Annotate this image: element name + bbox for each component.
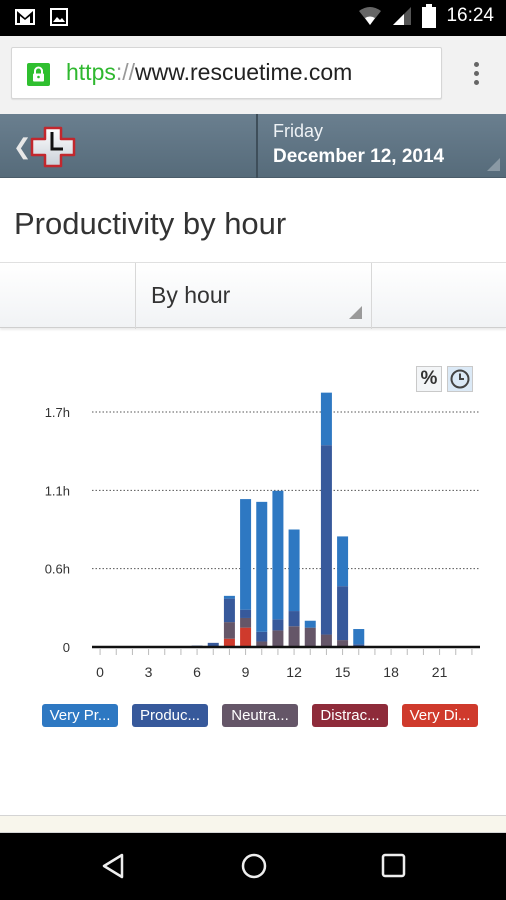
bar-segment xyxy=(304,627,316,647)
browser-toolbar: https://www.rescuetime.com xyxy=(0,36,506,114)
y-tick-label: 1.1h xyxy=(45,483,70,498)
page-title: Productivity by hour xyxy=(14,206,287,241)
dropdown-corner-icon xyxy=(487,158,500,171)
overflow-menu-icon[interactable] xyxy=(474,62,480,88)
header-divider xyxy=(256,114,258,178)
bar-segment xyxy=(272,619,284,631)
url-host: www.rescuetime.com xyxy=(135,59,353,85)
url-text[interactable]: https://www.rescuetime.com xyxy=(66,59,352,86)
bar-segment xyxy=(272,630,284,647)
url-scheme: https xyxy=(66,59,116,85)
legend-distracting[interactable]: Distrac... xyxy=(312,704,388,727)
bar-segment xyxy=(320,445,332,635)
status-bar: 16:24 xyxy=(0,0,506,36)
bar-segment xyxy=(256,631,268,642)
signal-icon xyxy=(393,7,412,25)
bar-segment xyxy=(223,622,235,639)
rescuetime-logo[interactable] xyxy=(30,126,76,168)
recents-icon[interactable] xyxy=(381,852,407,880)
legend-very-distracting[interactable]: Very Di... xyxy=(402,704,478,727)
view-select[interactable]: By hour xyxy=(135,263,372,329)
bar-segment xyxy=(240,617,252,628)
bar-segment xyxy=(288,626,300,647)
y-tick-label: 0.6h xyxy=(45,562,70,577)
bar-segment xyxy=(272,490,284,620)
back-icon[interactable] xyxy=(100,852,126,880)
x-tick-label: 18 xyxy=(383,664,399,680)
lock-icon xyxy=(27,63,50,86)
x-tick-label: 9 xyxy=(242,664,250,680)
url-separator: :// xyxy=(115,59,136,85)
bar-segment xyxy=(240,499,252,610)
back-chevron-icon[interactable]: ❮ xyxy=(13,134,31,160)
image-icon xyxy=(50,8,68,26)
legend-neutral[interactable]: Neutra... xyxy=(222,704,298,727)
bar-segment xyxy=(337,536,349,587)
view-select-value: By hour xyxy=(151,282,231,308)
wifi-icon xyxy=(359,7,382,25)
bar-segment xyxy=(240,627,252,647)
x-tick-label: 3 xyxy=(145,664,153,680)
bar-segment xyxy=(288,529,300,612)
chart-legend: Very Pr... Produc... Neutra... Distrac..… xyxy=(0,704,506,728)
date-label: December 12, 2014 xyxy=(273,146,445,167)
url-bar[interactable]: https://www.rescuetime.com xyxy=(11,47,442,99)
x-tick-label: 12 xyxy=(286,664,302,680)
x-tick-label: 0 xyxy=(96,664,104,680)
app-header: ❮ Friday December 12, 2014 xyxy=(0,114,506,178)
bar-segment xyxy=(288,611,300,627)
footer-strip xyxy=(0,815,506,833)
home-icon[interactable] xyxy=(240,852,268,880)
x-tick-label: 21 xyxy=(432,664,448,680)
bar-segment xyxy=(337,586,349,641)
bar-segment xyxy=(320,392,332,446)
x-tick-label: 6 xyxy=(193,664,201,680)
y-tick-label: 0 xyxy=(63,640,70,655)
bar-segment xyxy=(304,620,316,628)
legend-very-productive[interactable]: Very Pr... xyxy=(42,704,118,727)
bar-segment xyxy=(353,629,365,645)
view-toolbar: By hour xyxy=(0,262,506,329)
status-time: 16:24 xyxy=(446,5,494,26)
android-nav-bar xyxy=(0,833,506,900)
day-label: Friday xyxy=(273,121,324,141)
bar-segment xyxy=(320,634,332,647)
gmail-icon xyxy=(15,9,35,25)
dropdown-corner-icon xyxy=(349,306,362,319)
bar-segment xyxy=(256,501,268,632)
y-tick-label: 1.7h xyxy=(45,405,70,420)
productivity-chart: 0 0.6h 1.1h 1.7h 0 3 6 9 12 15 18 21 xyxy=(45,392,480,680)
x-tick-label: 15 xyxy=(335,664,351,680)
battery-icon xyxy=(422,4,437,28)
bar-segment xyxy=(223,595,235,599)
bar-segment xyxy=(223,598,235,623)
legend-productive[interactable]: Produc... xyxy=(132,704,208,727)
bar-segment xyxy=(240,609,252,618)
